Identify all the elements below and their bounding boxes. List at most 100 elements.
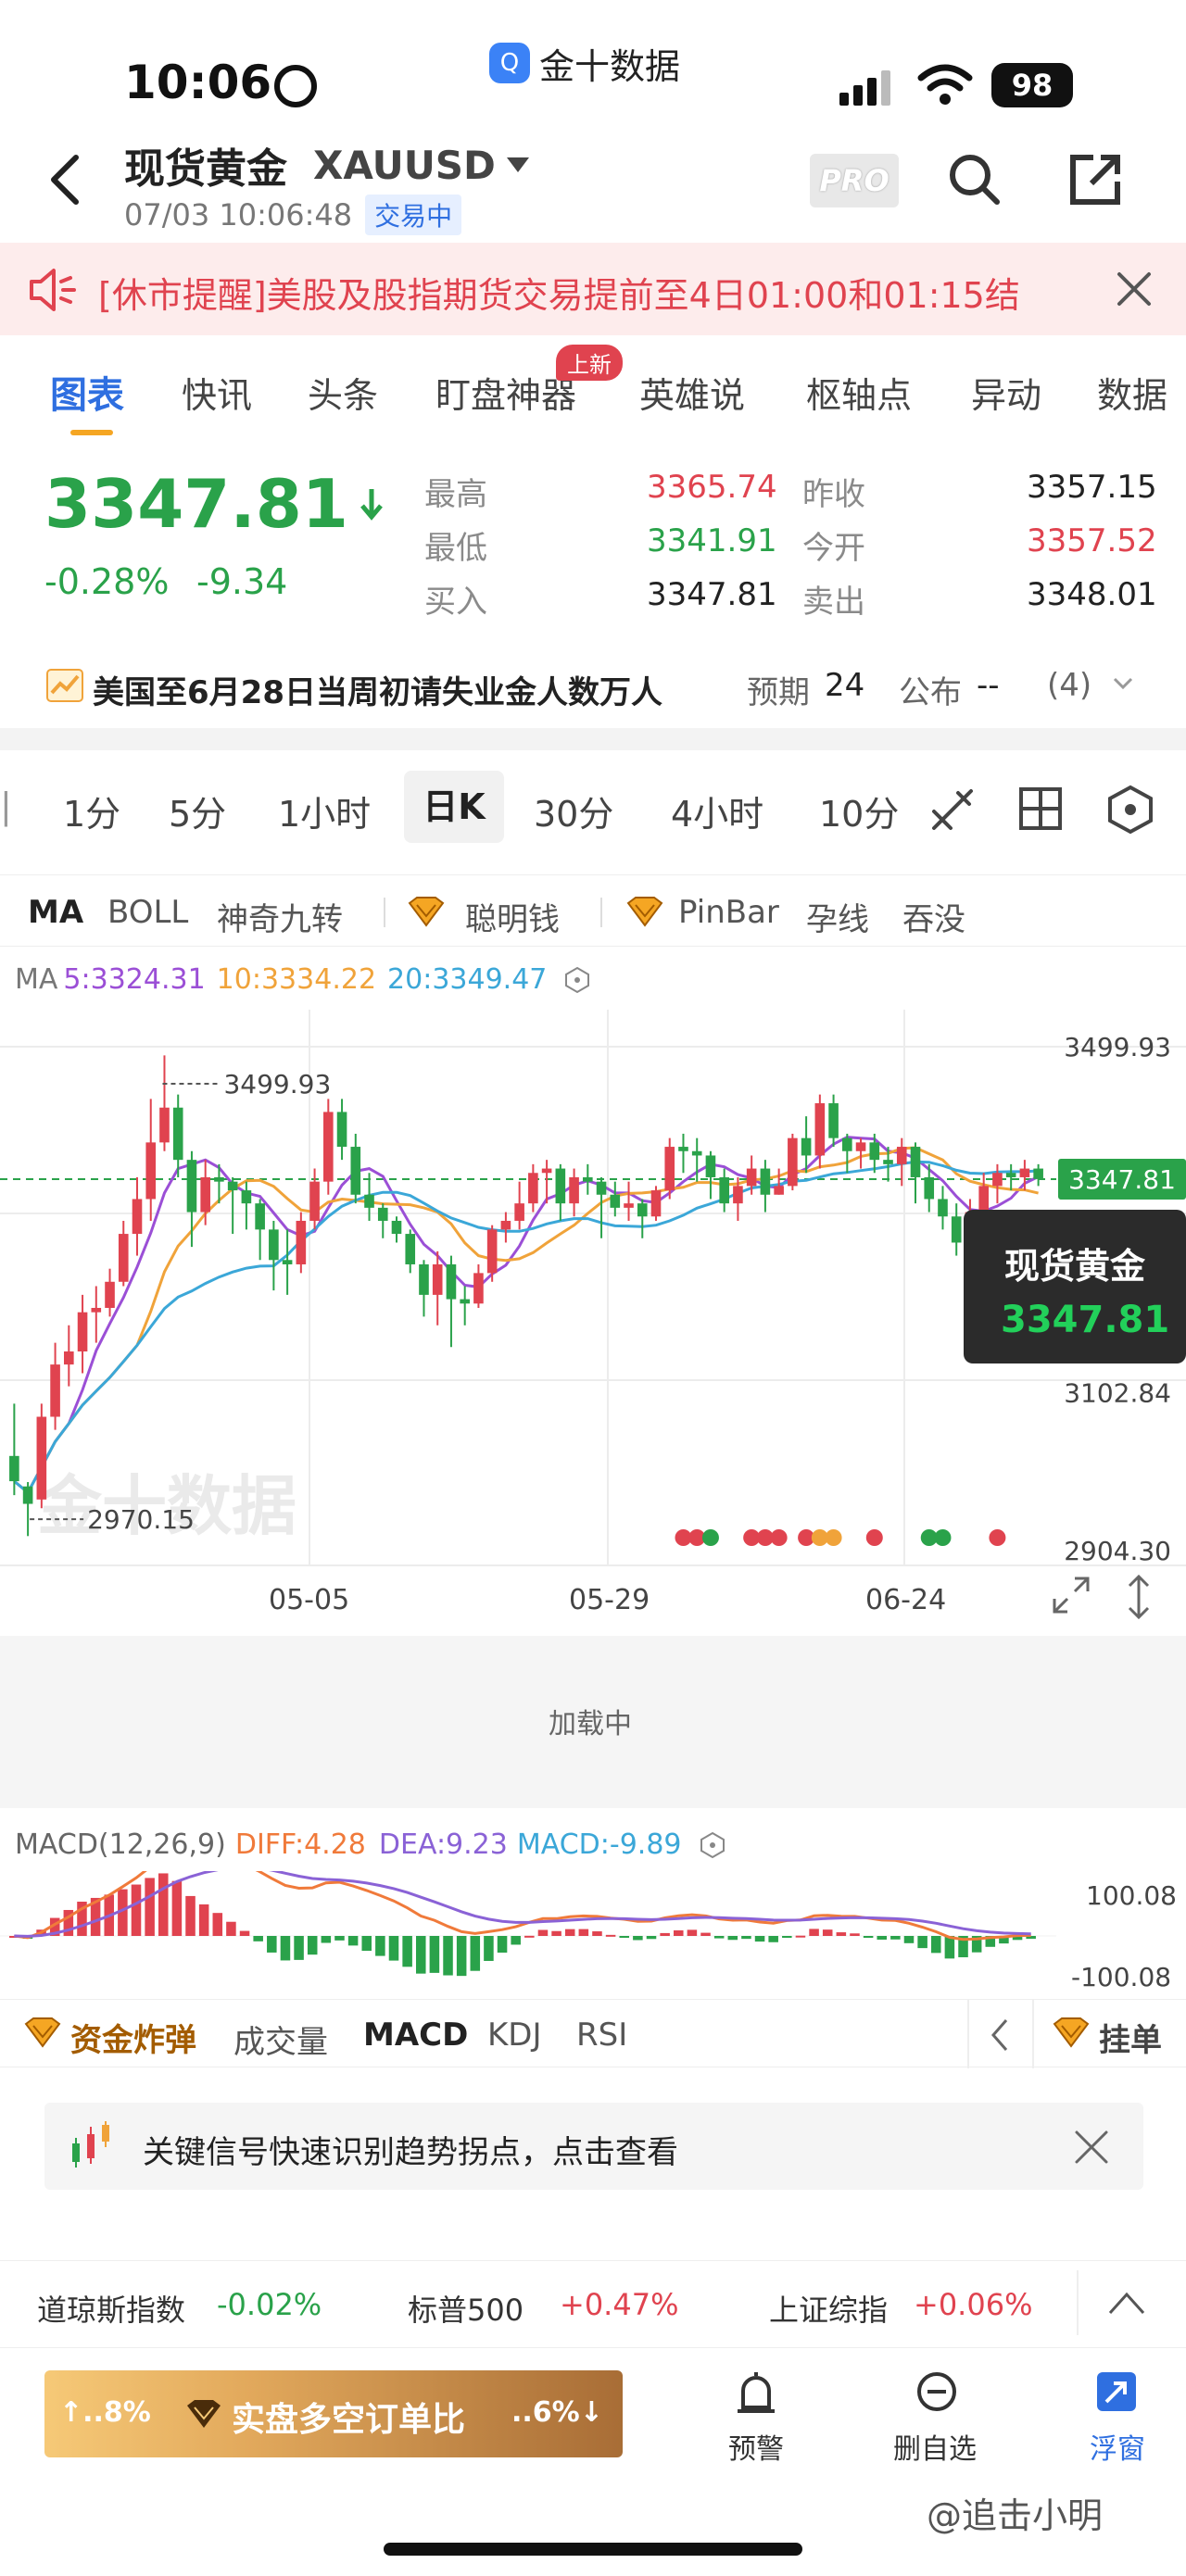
- tab-flash[interactable]: 快讯: [182, 367, 252, 418]
- sub-tab-macd[interactable]: MACD: [363, 2017, 468, 2054]
- period-more-left[interactable]: |: [0, 785, 12, 826]
- event-row[interactable]: 美国至6月28日当周初请失业金人数万人 预期 24 公布 -- (4): [0, 648, 1186, 723]
- tab-pivot[interactable]: 枢轴点: [806, 367, 912, 418]
- long-short-ratio-button[interactable]: ↑..8% 实盘多空订单比 ..6%↓: [44, 2370, 623, 2457]
- status-bar: 10:06 Q 金十数据 98: [0, 0, 1186, 130]
- candle-body: [691, 1150, 702, 1156]
- stat-high-value: 3365.74: [647, 469, 777, 506]
- candle-body: [774, 1186, 784, 1195]
- tab-data[interactable]: 数据: [1097, 367, 1167, 418]
- candle-body: [514, 1203, 524, 1221]
- share-icon[interactable]: [1067, 152, 1123, 207]
- period-1min[interactable]: 1分: [63, 785, 120, 836]
- tab-label: 图表: [50, 374, 124, 417]
- back-icon[interactable]: [46, 152, 83, 207]
- page-title: 现货黄金: [124, 145, 287, 193]
- candle-body: [227, 1181, 238, 1191]
- period-1hour[interactable]: 1小时: [278, 785, 371, 836]
- period-4hour[interactable]: 4小时: [671, 785, 763, 836]
- macd-bar: [646, 1936, 657, 1940]
- macd-bar: [795, 1935, 806, 1938]
- settings-hex-icon[interactable]: [1106, 784, 1154, 836]
- macd-bar: [713, 1936, 725, 1939]
- long-pct: ↑..8%: [59, 2396, 151, 2429]
- macd-bar: [131, 1884, 142, 1936]
- indicator-engulfing[interactable]: 吞没: [902, 894, 965, 939]
- period-30min[interactable]: 30分: [534, 785, 613, 836]
- indicator-label: PinBar: [678, 894, 779, 931]
- order-book-tab[interactable]: 挂单: [1099, 2015, 1162, 2060]
- search-icon[interactable]: [947, 152, 1003, 207]
- macd-bar: [822, 1929, 833, 1936]
- event-expected-label: 预期: [747, 674, 810, 711]
- float-window-label: 浮窗: [1090, 2433, 1145, 2466]
- title-group[interactable]: 现货黄金 XAUUSD: [124, 135, 531, 195]
- ma-settings-icon[interactable]: [563, 966, 591, 994]
- alert-button[interactable]: 预警: [713, 2370, 797, 2482]
- fullscreen-icon[interactable]: [1051, 1575, 1091, 1615]
- sub-tab-label: 成交量: [233, 2024, 328, 2061]
- candle-body: [269, 1229, 279, 1261]
- candle-body: [541, 1168, 552, 1174]
- short-pct: ..6%↓: [511, 2396, 603, 2429]
- expand-vertical-icon[interactable]: [1123, 1573, 1154, 1621]
- macd-bar: [578, 1929, 589, 1936]
- sub-tab-rsi[interactable]: RSI: [576, 2017, 627, 2054]
- indices-bar[interactable]: 道琼斯指数 -0.02% 标普500 +0.47% 上证综指 +0.06%: [0, 2260, 1186, 2347]
- chevron-left-icon[interactable]: [986, 2017, 1014, 2054]
- tab-headlines[interactable]: 头条: [308, 367, 378, 418]
- period-5min[interactable]: 5分: [169, 785, 226, 836]
- tab-movement[interactable]: 异动: [971, 367, 1041, 418]
- candle-body: [624, 1203, 634, 1208]
- tooltip-value: 3347.81: [1001, 1299, 1170, 1341]
- app-pill[interactable]: Q 金十数据: [489, 37, 680, 89]
- price-row: 3347.81: [44, 465, 385, 543]
- event-publish-label: 公布: [899, 674, 962, 711]
- indicator-harami[interactable]: 孕线: [806, 894, 869, 939]
- macd-bar: [361, 1936, 372, 1952]
- tab-chart[interactable]: 图表: [50, 365, 124, 419]
- macd-settings-icon[interactable]: [699, 1831, 726, 1859]
- indicator-ma[interactable]: MA: [28, 894, 83, 931]
- notice-bar[interactable]: [休市提醒]美股及股指期货交易提前至4日01:00和01:15结: [0, 243, 1186, 335]
- indicator-magic-nine[interactable]: 神奇九转: [217, 894, 343, 939]
- indicator-pinbar[interactable]: PinBar: [678, 894, 779, 931]
- signal-icon: [839, 69, 891, 106]
- candle-body: [664, 1147, 675, 1191]
- diamond-icon: [408, 897, 445, 927]
- ma10-value: 3334.22: [260, 963, 377, 996]
- fund-bomb-tab[interactable]: 资金炸弹: [70, 2015, 196, 2060]
- stat-high-label: 最高: [424, 476, 487, 513]
- float-window-button[interactable]: 浮窗: [1075, 2370, 1158, 2482]
- period-daily[interactable]: 日K: [404, 771, 504, 843]
- current-price-label: 3347.81: [1068, 1164, 1176, 1195]
- sub-tab-kdj[interactable]: KDJ: [487, 2017, 542, 2054]
- candle-body: [255, 1203, 265, 1230]
- pro-button[interactable]: PRO: [810, 154, 899, 207]
- macd-bar: [185, 1895, 196, 1936]
- close-icon[interactable]: [1116, 270, 1153, 308]
- macd-bar: [809, 1929, 819, 1936]
- signal-banner[interactable]: 关键信号快速识别趋势拐点，点击查看: [44, 2103, 1143, 2190]
- candle-body: [1033, 1168, 1043, 1179]
- indicator-smart-money[interactable]: 聪明钱: [465, 894, 560, 939]
- candle-body: [883, 1160, 893, 1164]
- indicator-boll[interactable]: BOLL: [107, 894, 188, 931]
- sub-tab-volume[interactable]: 成交量: [233, 2017, 328, 2062]
- macd-bottom-label: -100.08: [1071, 1962, 1172, 1992]
- macd-chart[interactable]: [0, 1871, 1186, 2010]
- remove-watchlist-button[interactable]: 删自选: [880, 2370, 991, 2482]
- tab-label: 快讯: [182, 375, 253, 416]
- grid-layout-icon[interactable]: [1017, 785, 1064, 832]
- period-10min[interactable]: 10分: [819, 785, 904, 836]
- event-title: 美国至6月28日当周初请失业金人数万人: [93, 674, 662, 711]
- close-icon[interactable]: [1073, 2129, 1110, 2166]
- macd-bar: [564, 1929, 575, 1936]
- candle-body: [36, 1416, 47, 1500]
- chevron-up-icon[interactable]: [1106, 2289, 1147, 2317]
- macd-bar: [890, 1936, 901, 1940]
- event-dot: [934, 1529, 952, 1546]
- macd-bar: [524, 1935, 535, 1938]
- draw-tool-icon[interactable]: [927, 784, 978, 836]
- tab-hero[interactable]: 英雄说: [639, 367, 745, 418]
